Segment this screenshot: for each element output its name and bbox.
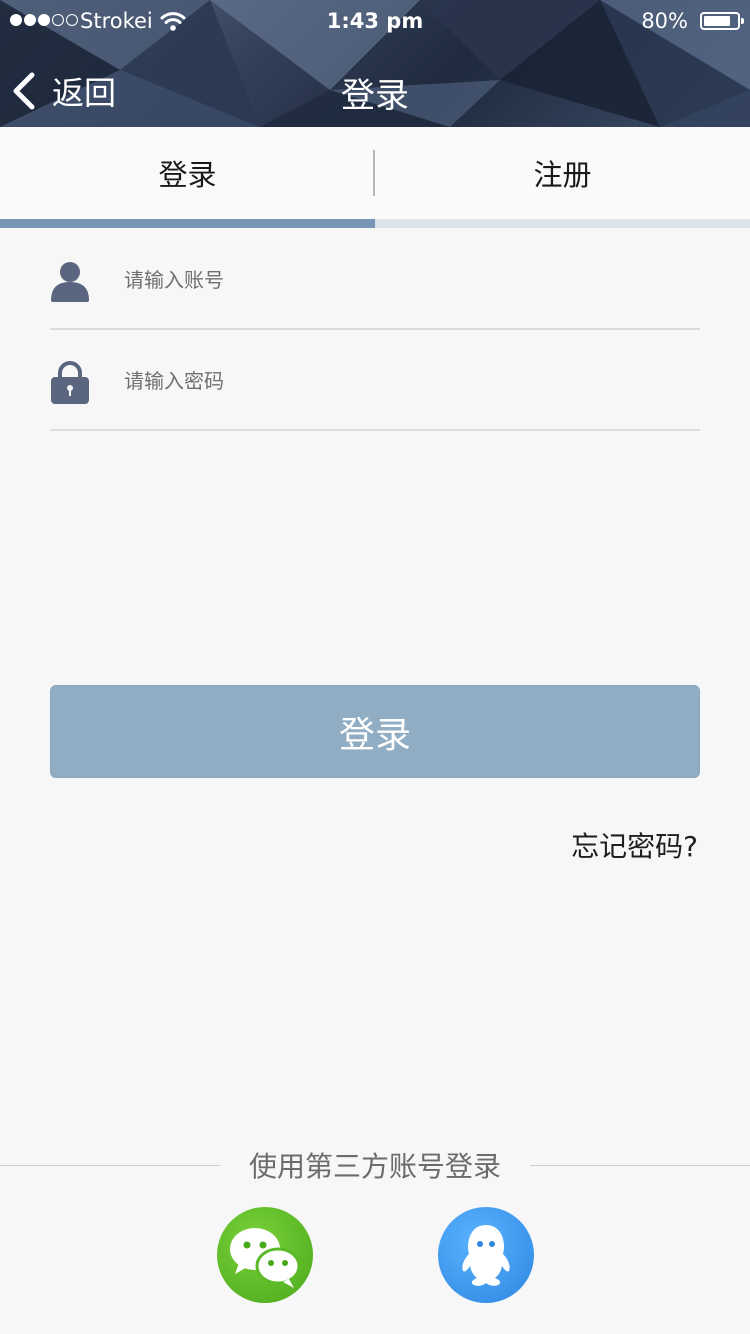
- chevron-left-icon: [13, 72, 35, 110]
- status-bar: Strokei 1:43 pm 80%: [0, 0, 750, 44]
- forgot-password-link[interactable]: 忘记密码?: [571, 825, 698, 865]
- password-field: [50, 331, 700, 431]
- battery-percent: 80%: [641, 9, 688, 33]
- lock-icon: [51, 361, 89, 404]
- header: Strokei 1:43 pm 80% 返回 登录: [0, 0, 750, 127]
- tab-bar: 登录 注册: [0, 127, 750, 228]
- login-button[interactable]: 登录: [50, 685, 700, 778]
- tab-active-indicator: [0, 219, 375, 228]
- tab-login[interactable]: 登录: [0, 127, 375, 219]
- status-time: 1:43 pm: [326, 9, 424, 33]
- account-field: [50, 230, 700, 330]
- qq-icon: [462, 1225, 510, 1286]
- wechat-login-button[interactable]: [217, 1207, 313, 1303]
- divider-right: [530, 1165, 750, 1166]
- tab-register[interactable]: 注册: [375, 127, 750, 219]
- qq-login-button[interactable]: [438, 1207, 534, 1303]
- account-input[interactable]: [124, 258, 684, 302]
- battery-icon: [700, 12, 744, 30]
- back-label: 返回: [52, 74, 117, 112]
- password-input[interactable]: [124, 359, 684, 403]
- nav-bar: 返回 登录: [0, 50, 750, 127]
- wechat-icon: [230, 1228, 301, 1288]
- user-icon: [51, 262, 89, 302]
- back-button[interactable]: 返回: [8, 68, 116, 114]
